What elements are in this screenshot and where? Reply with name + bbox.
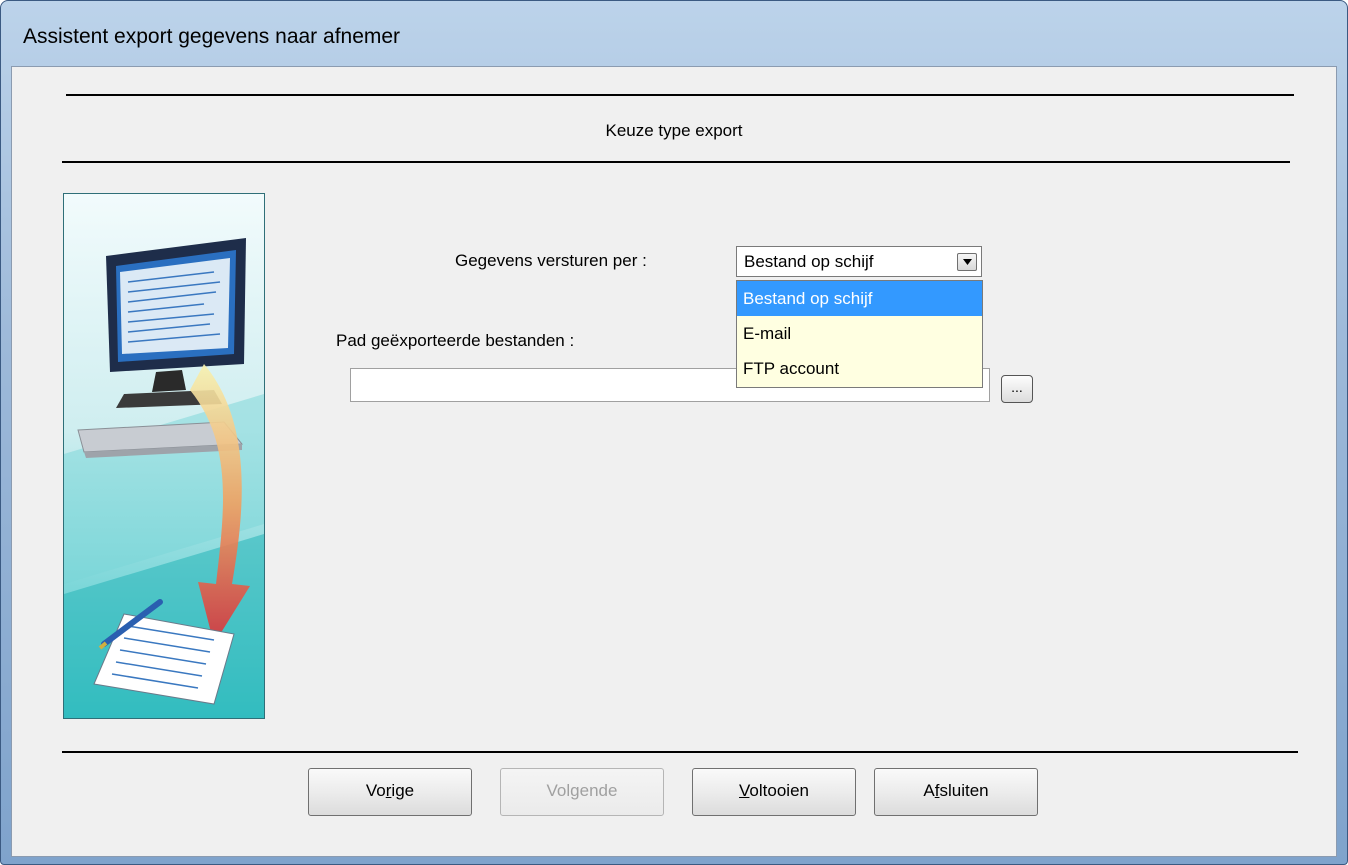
chevron-down-icon	[963, 259, 972, 265]
close-button[interactable]: Afsluiten	[874, 768, 1038, 816]
option-bestand-op-schijf[interactable]: Bestand op schijf	[737, 281, 982, 316]
send-method-value: Bestand op schijf	[744, 252, 874, 271]
export-path-label: Pad geëxporteerde bestanden :	[336, 331, 575, 350]
option-e-mail[interactable]: E-mail	[737, 316, 982, 351]
close-label-rest: sluiten	[939, 781, 989, 800]
window-title: Assistent export gegevens naar afnemer	[23, 25, 401, 48]
wizard-client-area: Keuze type export Gegevens versturen per…	[11, 66, 1337, 857]
top-divider	[66, 94, 1294, 96]
previous-button[interactable]: Vorige	[308, 768, 472, 816]
send-method-combobox[interactable]: Bestand op schijf	[736, 246, 982, 277]
dropdown-button[interactable]	[957, 253, 977, 271]
wizard-illustration	[63, 193, 265, 719]
step-heading: Keuze type export	[605, 121, 743, 140]
title-bar[interactable]: Assistent export gegevens naar afnemer	[9, 11, 1339, 61]
finish-mnemonic: V	[739, 781, 750, 800]
previous-label-rest: ige	[391, 781, 415, 800]
finish-label-rest: oltooien	[749, 781, 809, 800]
send-method-label: Gegevens versturen per :	[455, 251, 647, 270]
next-button[interactable]: Volgende	[500, 768, 664, 816]
option-ftp-account[interactable]: FTP account	[737, 351, 982, 386]
next-label-rest: ende	[579, 781, 618, 800]
footer-divider	[62, 751, 1298, 753]
next-mnemonic: g	[570, 781, 580, 800]
previous-label-part: Vo	[365, 781, 386, 800]
finish-button[interactable]: Voltooien	[692, 768, 856, 816]
next-label-part: Vol	[546, 781, 571, 800]
heading-divider	[62, 161, 1290, 163]
send-method-dropdown-list: Bestand op schijf E-mail FTP account	[736, 280, 983, 388]
wizard-window: Assistent export gegevens naar afnemer K…	[0, 0, 1348, 865]
close-label-part: A	[923, 781, 935, 800]
browse-button[interactable]: ...	[1001, 375, 1033, 403]
